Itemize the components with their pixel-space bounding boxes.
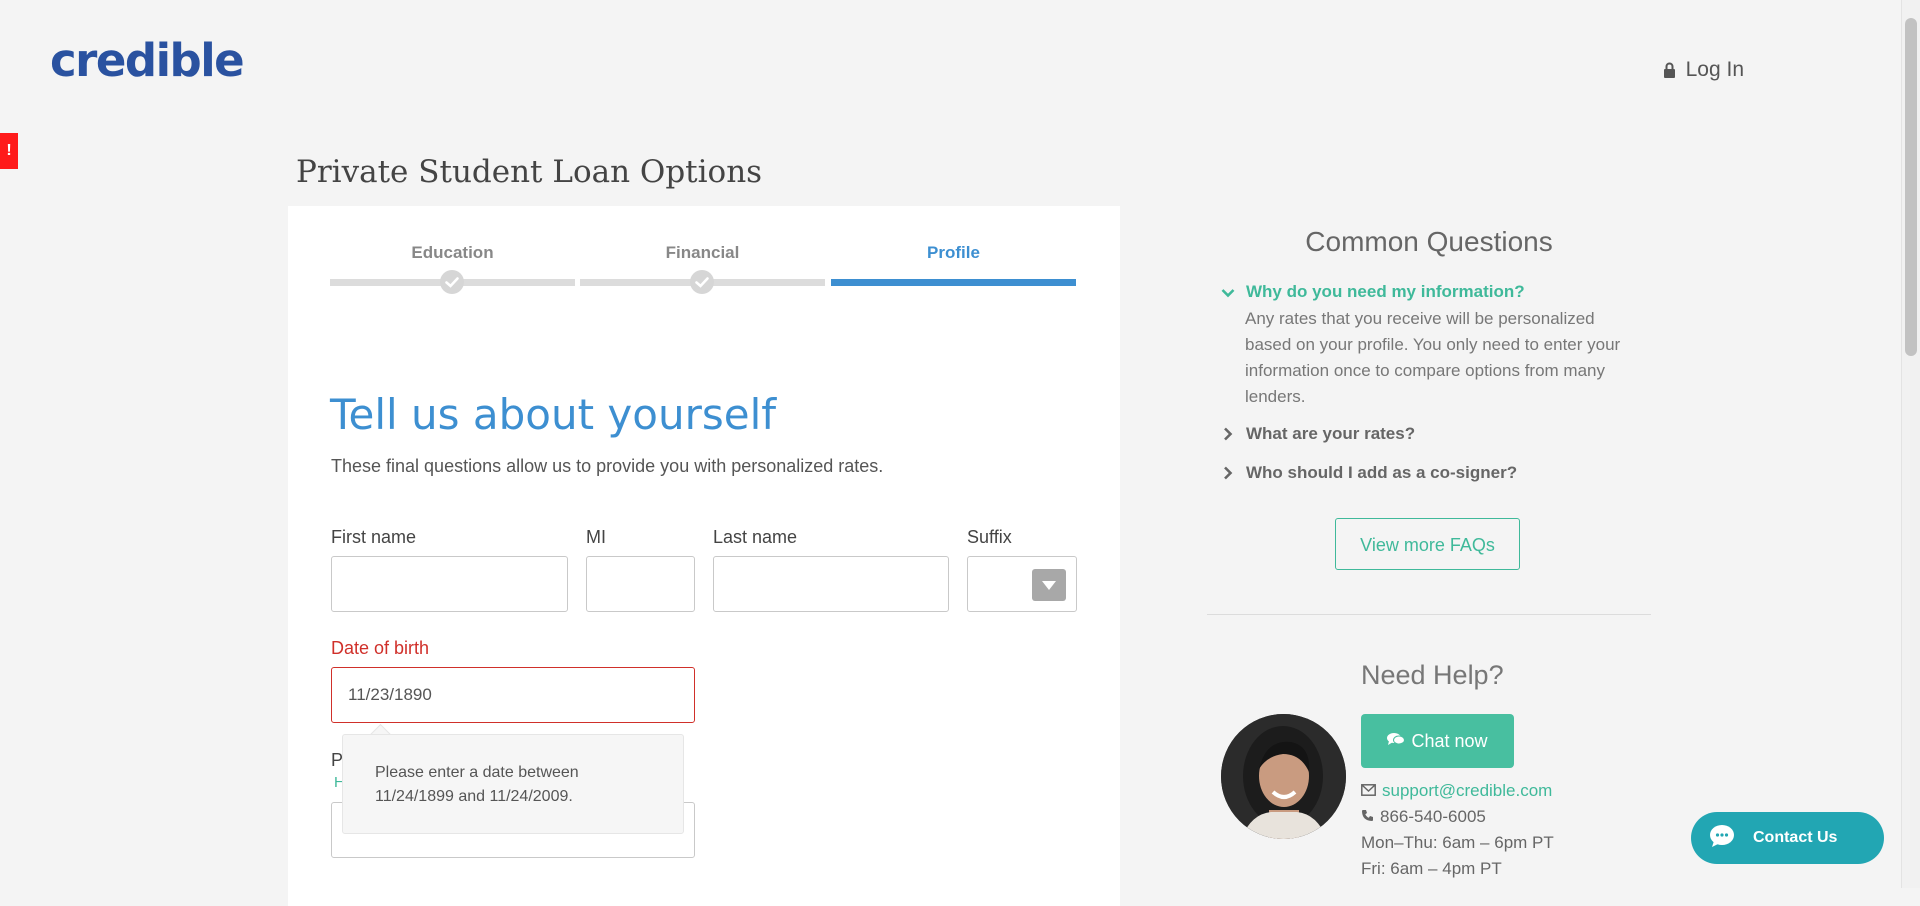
step-label: Financial	[665, 243, 740, 262]
step-education: Education	[330, 243, 575, 294]
lock-icon	[1663, 62, 1676, 78]
mi-input[interactable]	[586, 556, 695, 612]
credible-logo[interactable]: credible	[50, 34, 245, 87]
chevron-down-icon	[1220, 282, 1236, 301]
validation-tooltip: Please enter a date between 11/24/1899 a…	[342, 734, 684, 834]
support-agent-avatar	[1221, 714, 1346, 839]
faq-item-rates[interactable]: What are your rates?	[1220, 424, 1415, 444]
page-scrollbar[interactable]	[1901, 0, 1920, 888]
step-label: Profile	[927, 243, 980, 262]
chat-icon	[1387, 731, 1406, 752]
need-help-title: Need Help?	[1361, 660, 1504, 690]
chat-now-button[interactable]: Chat now	[1361, 714, 1514, 768]
login-link[interactable]: Log In	[1663, 58, 1744, 82]
support-hours-weekday: Mon–Thu: 6am – 6pm PT	[1361, 833, 1554, 852]
support-hours-friday: Fri: 6am – 4pm PT	[1361, 859, 1502, 878]
faq-question: What are your rates?	[1246, 424, 1416, 443]
scrollbar-thumb[interactable]	[1905, 18, 1917, 356]
chevron-right-icon	[1220, 424, 1236, 442]
faq-question: Why do you need my information?	[1246, 282, 1525, 301]
last-name-input[interactable]	[713, 556, 949, 612]
view-more-faqs-button[interactable]: View more FAQs	[1335, 518, 1520, 570]
suffix-select[interactable]	[967, 556, 1077, 612]
faq-item-why-info[interactable]: Why do you need my information?	[1220, 282, 1525, 302]
faq-item-cosigner[interactable]: Who should I add as a co-signer?	[1220, 463, 1517, 483]
divider	[1207, 614, 1651, 615]
chat-now-label: Chat now	[1411, 730, 1488, 751]
step-profile: Profile	[831, 243, 1076, 286]
suffix-label: Suffix	[967, 527, 1012, 547]
form-heading: Tell us about yourself	[330, 390, 777, 439]
support-phone: 866-540-6005	[1361, 807, 1486, 827]
faq-answer: Any rates that you receive will be perso…	[1245, 309, 1621, 406]
contact-us-button[interactable]: Contact Us	[1691, 812, 1884, 864]
chevron-right-icon	[1220, 463, 1236, 481]
contact-us-label: Contact Us	[1753, 829, 1838, 846]
step-label: Education	[411, 243, 494, 262]
support-email: support@credible.com	[1382, 781, 1553, 800]
chevron-down-icon[interactable]	[1032, 569, 1066, 601]
mi-label: MI	[586, 527, 606, 547]
support-phone-number: 866-540-6005	[1380, 807, 1486, 826]
first-name-label: First name	[331, 527, 417, 547]
login-label: Log In	[1685, 58, 1744, 81]
dob-input[interactable]: 11/23/1890	[331, 667, 695, 723]
check-icon	[440, 270, 464, 294]
phone-icon	[1361, 807, 1374, 827]
last-name-label: Last name	[713, 527, 798, 547]
step-financial: Financial	[580, 243, 825, 294]
common-questions-title: Common Questions	[1305, 226, 1553, 257]
check-icon	[690, 270, 714, 294]
form-subheading: These final questions allow us to provid…	[331, 456, 884, 476]
step-bar	[831, 279, 1076, 286]
envelope-icon	[1361, 781, 1376, 801]
dob-label: Date of birth	[331, 638, 430, 658]
error-indicator[interactable]: !	[0, 133, 18, 169]
support-email-link[interactable]: support@credible.com	[1361, 781, 1552, 801]
logo-text: credible	[50, 34, 245, 87]
chat-bubble-icon	[1709, 824, 1735, 853]
faq-question: Who should I add as a co-signer?	[1246, 463, 1518, 482]
page-title: Private Student Loan Options	[296, 154, 763, 190]
first-name-input[interactable]	[331, 556, 568, 612]
